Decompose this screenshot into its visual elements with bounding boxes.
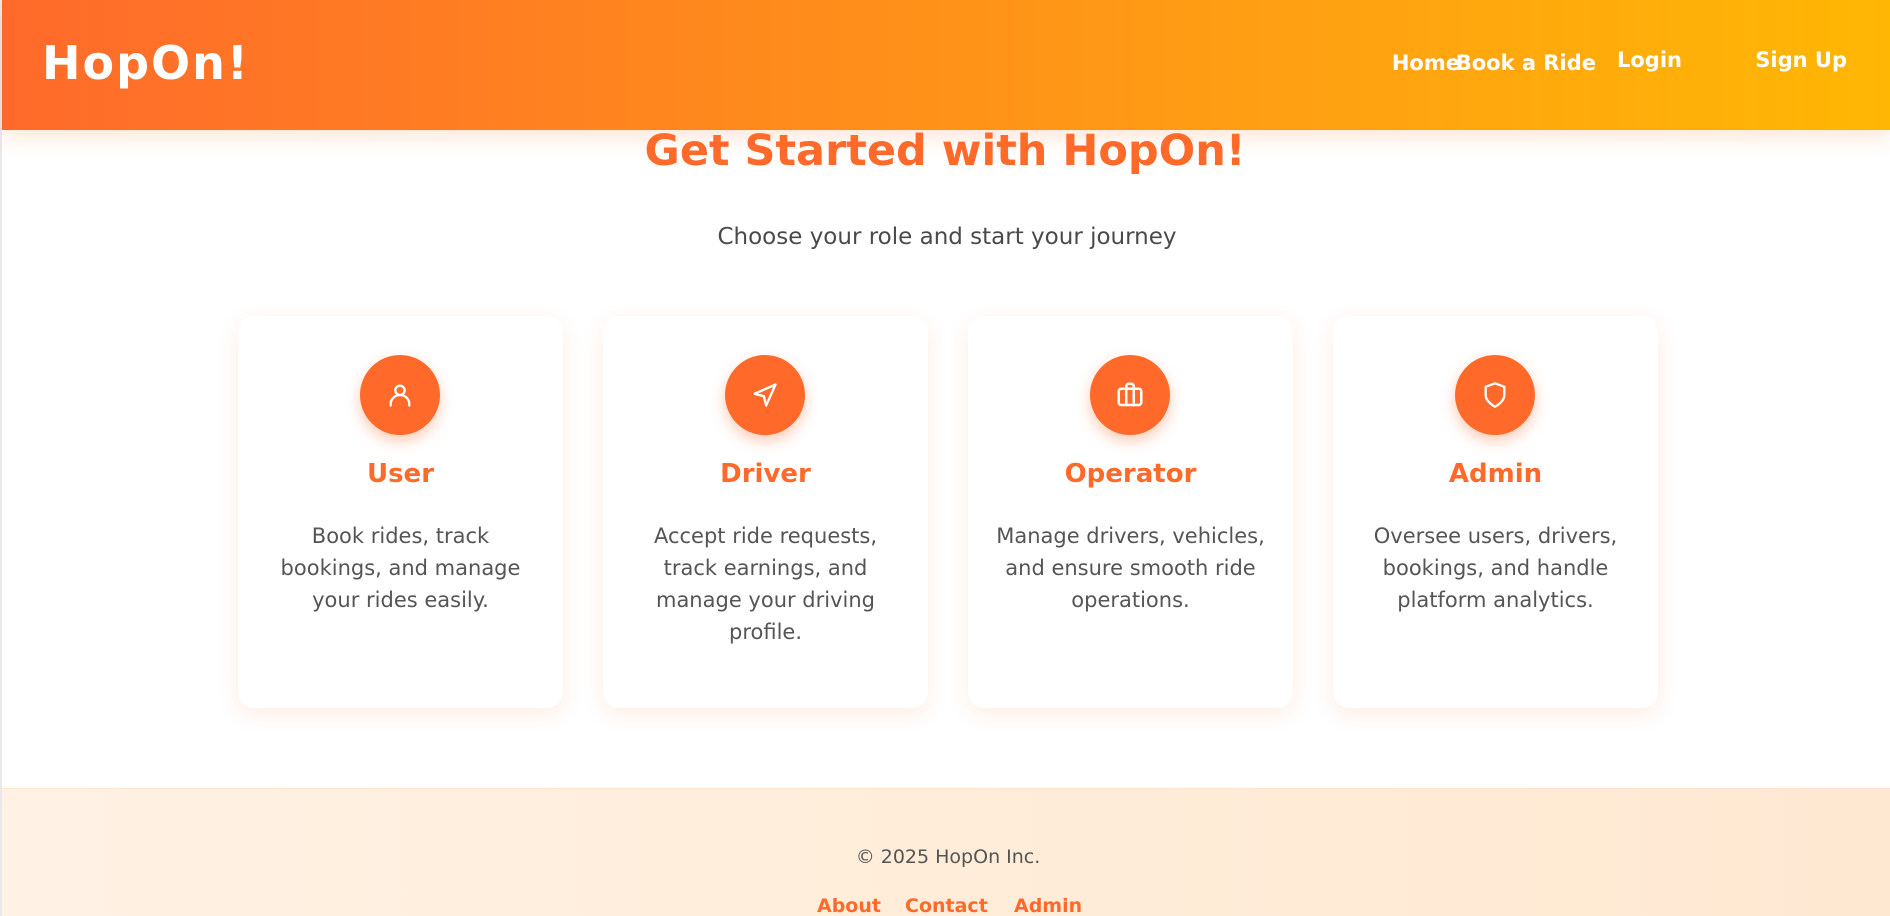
navigation-icon — [725, 355, 805, 435]
role-description: Oversee users, drivers, bookings, and ha… — [1373, 524, 1618, 612]
nav-home-link[interactable]: Home — [1392, 51, 1460, 75]
footer-about-link[interactable]: About — [817, 895, 881, 916]
role-title: Operator — [1064, 459, 1197, 489]
nav-login-link[interactable]: Login — [1617, 48, 1682, 72]
role-card-operator[interactable]: Operator Manage drivers, vehicles, and e… — [968, 316, 1293, 708]
logo[interactable]: HopOn! — [42, 36, 250, 90]
briefcase-icon — [1090, 355, 1170, 435]
nav-book-ride-link[interactable]: Book a Ride — [1456, 51, 1596, 75]
copyright-text: © 2025 HopOn Inc. — [855, 846, 1041, 868]
role-description: Accept ride requests, track earnings, an… — [653, 524, 878, 644]
role-card-admin[interactable]: Admin Oversee users, drivers, bookings, … — [1333, 316, 1658, 708]
page-subtitle: Choose your role and start your journey — [717, 224, 1177, 250]
role-title: User — [366, 459, 435, 489]
site-header: HopOn! Home Book a Ride Login Sign Up — [2, 0, 1890, 130]
page: HopOn! Home Book a Ride Login Sign Up Ge… — [0, 0, 1890, 916]
role-description: Manage drivers, vehicles, and ensure smo… — [996, 524, 1265, 612]
user-icon — [360, 355, 440, 435]
site-footer: © 2025 HopOn Inc. About Contact Admin — [2, 788, 1890, 916]
footer-contact-link[interactable]: Contact — [905, 895, 988, 916]
footer-admin-link[interactable]: Admin — [1014, 895, 1082, 916]
shield-icon — [1455, 355, 1535, 435]
role-title: Admin — [1448, 459, 1543, 489]
role-title: Driver — [720, 459, 811, 489]
footer-links: About Contact Admin — [2, 895, 1890, 916]
role-card-user[interactable]: User Book rides, track bookings, and man… — [238, 316, 563, 708]
role-card-driver[interactable]: Driver Accept ride requests, track earni… — [603, 316, 928, 708]
role-description: Book rides, track bookings, and manage y… — [280, 524, 521, 612]
nav-signup-link[interactable]: Sign Up — [1755, 48, 1847, 72]
page-title: Get Started with HopOn! — [644, 126, 1246, 176]
